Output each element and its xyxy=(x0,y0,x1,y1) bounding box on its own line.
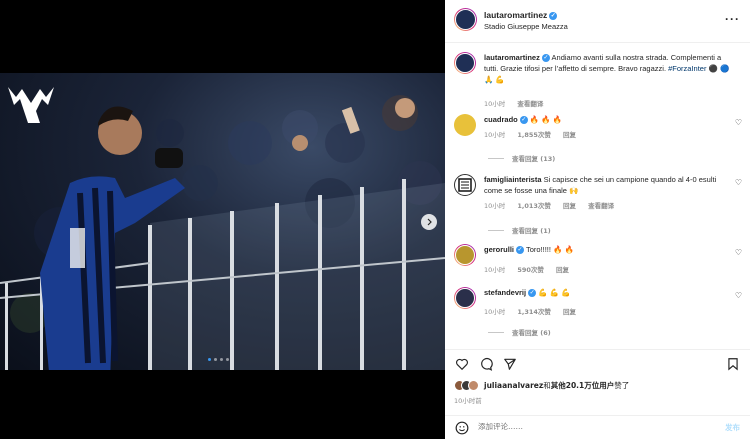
add-comment-input[interactable] xyxy=(478,422,708,431)
comment-likes[interactable]: 1,855次赞 xyxy=(517,131,551,139)
carousel-next-button[interactable] xyxy=(421,214,437,230)
view-replies-label: 查看回复 (6) xyxy=(512,329,551,337)
celebration-photo xyxy=(0,95,445,370)
carousel-indicator xyxy=(208,358,229,361)
post-location[interactable]: Stadio Giuseppe Meazza xyxy=(484,22,568,31)
comment-translate-button[interactable]: 查看翻译 xyxy=(588,202,614,210)
comment-time: 10小时 xyxy=(484,202,506,210)
comment-username[interactable]: gerorulli xyxy=(484,245,514,254)
likes-connector: 和 xyxy=(543,381,551,390)
post-details-panel: lautaromartinez ✓ Stadio Giuseppe Meazza … xyxy=(445,0,750,439)
comment-icon[interactable] xyxy=(479,357,493,371)
comment-text: cuadrado ✓ 🔥 🔥 🔥 xyxy=(484,114,734,125)
verified-icon: ✓ xyxy=(519,116,528,125)
view-replies-button[interactable]: 查看回复 (6) xyxy=(488,327,551,337)
chevron-right-icon xyxy=(427,218,432,226)
comment-reply-button[interactable]: 回复 xyxy=(563,131,576,139)
media-pane xyxy=(0,0,445,439)
caption-avatar[interactable] xyxy=(454,52,476,74)
comment-avatar[interactable] xyxy=(454,287,476,309)
carousel-dot xyxy=(226,358,229,361)
post-action-bar xyxy=(445,349,750,376)
comment-username[interactable]: stefandevrij xyxy=(484,288,526,297)
verified-icon: ✓ xyxy=(549,11,558,20)
author-username[interactable]: lautaromartinez xyxy=(484,10,547,20)
comment-text: gerorulli ✓ Toro!!!!! 🔥 🔥 xyxy=(484,244,734,255)
share-icon[interactable] xyxy=(503,357,517,371)
replies-divider xyxy=(488,157,504,159)
emoji-icon[interactable] xyxy=(455,421,469,435)
comment-text: famigliainterista Si capisce che sei un … xyxy=(484,174,734,196)
comment-body: 💪 💪 💪 xyxy=(538,288,571,297)
view-replies-button[interactable]: 查看回复 (13) xyxy=(488,153,555,163)
comment-meta: 10小时 590次赞 回复 xyxy=(484,264,579,274)
comment-avatar[interactable] xyxy=(454,114,476,136)
comments-list[interactable]: lautaromartinez ✓ Andiamo avanti sulla no… xyxy=(445,44,750,349)
carousel-dot xyxy=(214,358,217,361)
verified-icon: ✓ xyxy=(516,246,525,255)
comment-username[interactable]: famigliainterista xyxy=(484,175,542,184)
comment-text: stefandevrij ✓ 💪 💪 💪 xyxy=(484,287,734,298)
post-header: lautaromartinez ✓ Stadio Giuseppe Meazza … xyxy=(445,0,750,43)
verified-icon: ✓ xyxy=(541,54,550,63)
author-username-row: lautaromartinez ✓ xyxy=(484,10,558,20)
heart-icon[interactable] xyxy=(455,357,469,371)
comment-likes[interactable]: 590次赞 xyxy=(517,266,544,274)
comment-likes[interactable]: 1,314次赞 xyxy=(517,308,551,316)
instagram-post-view: lautaromartinez ✓ Stadio Giuseppe Meazza … xyxy=(0,0,750,439)
more-horizontal-icon[interactable]: ··· xyxy=(725,12,740,26)
comment-body: 🔥 🔥 🔥 xyxy=(529,115,563,124)
caption-username[interactable]: lautaromartinez xyxy=(484,53,540,62)
comment-time: 10小时 xyxy=(484,308,506,316)
comment-reply-button[interactable]: 回复 xyxy=(563,308,576,316)
inter-crest-icon xyxy=(458,178,472,192)
post-comment-button[interactable]: 发布 xyxy=(725,422,740,433)
comment-like-icon[interactable]: ♡ xyxy=(735,118,742,127)
carousel-dot xyxy=(208,358,211,361)
comment-time: 10小时 xyxy=(484,266,506,274)
add-comment-bar: 发布 xyxy=(445,415,750,439)
channel-logo-watermark xyxy=(8,87,54,123)
comment-avatar[interactable] xyxy=(454,174,476,196)
carousel-dot xyxy=(220,358,223,361)
comment-like-icon[interactable]: ♡ xyxy=(735,291,742,300)
comment-like-icon[interactable]: ♡ xyxy=(735,248,742,257)
comment-reply-button[interactable]: 回复 xyxy=(556,266,569,274)
caption-time: 10小时 xyxy=(484,100,506,108)
hashtag-link[interactable]: #ForzaInter xyxy=(668,64,706,73)
liker-username[interactable]: juliaanalvarez xyxy=(484,381,543,390)
comment-username[interactable]: cuadrado xyxy=(484,115,518,124)
view-replies-label: 查看回复 (13) xyxy=(512,155,556,163)
caption-translate-button[interactable]: 查看翻译 xyxy=(517,100,543,108)
liker-avatar xyxy=(468,380,479,391)
view-replies-button[interactable]: 查看回复 (1) xyxy=(488,225,551,235)
comment-meta: 10小时 1,013次赞 回复 查看翻译 xyxy=(484,200,624,210)
comment-time: 10小时 xyxy=(484,131,506,139)
caption-text: lautaromartinez ✓ Andiamo avanti sulla no… xyxy=(484,52,734,85)
replies-divider xyxy=(488,229,504,231)
comment-reply-button[interactable]: 回复 xyxy=(563,202,576,210)
comment-meta: 10小时 1,855次赞 回复 xyxy=(484,129,586,139)
replies-divider xyxy=(488,331,504,333)
bookmark-icon[interactable] xyxy=(726,357,740,371)
view-replies-label: 查看回复 (1) xyxy=(512,227,551,235)
likes-count[interactable]: 其他20.1万位用户 xyxy=(551,381,615,390)
comment-body: Toro!!!!! 🔥 🔥 xyxy=(525,245,574,254)
verified-icon: ✓ xyxy=(528,289,537,298)
author-avatar[interactable] xyxy=(454,8,477,31)
post-photo[interactable] xyxy=(0,73,445,370)
comment-meta: 10小时 1,314次赞 回复 xyxy=(484,306,586,316)
likes-text: juliaanalvarez和其他20.1万位用户赞了 xyxy=(484,380,629,391)
comment-likes[interactable]: 1,013次赞 xyxy=(517,202,551,210)
likes-suffix: 赞了 xyxy=(614,381,630,390)
likes-summary[interactable]: juliaanalvarez和其他20.1万位用户赞了 xyxy=(454,380,629,391)
post-time: 10小时前 xyxy=(454,397,482,405)
comment-like-icon[interactable]: ♡ xyxy=(735,178,742,187)
caption-meta: 10小时 查看翻译 xyxy=(484,98,553,108)
comment-avatar[interactable] xyxy=(454,244,476,266)
